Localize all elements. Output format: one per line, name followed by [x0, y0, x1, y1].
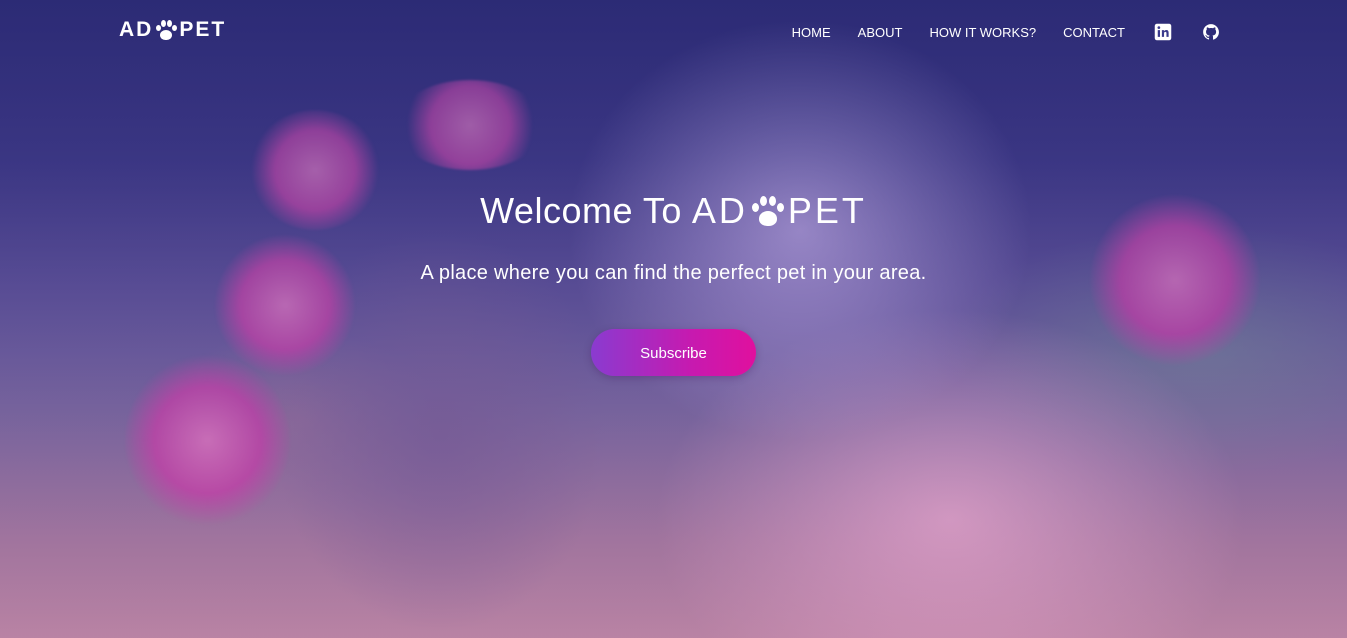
- hero-title-brand: AD PET: [692, 190, 867, 232]
- nav-link-home[interactable]: HOME: [792, 25, 831, 40]
- github-icon[interactable]: [1201, 22, 1221, 42]
- paw-icon: [751, 194, 785, 228]
- hero-title-prefix: Welcome To: [480, 190, 682, 231]
- linkedin-icon[interactable]: [1153, 22, 1173, 42]
- hero-content: Welcome To AD PET A place where you can …: [0, 190, 1347, 376]
- subscribe-button[interactable]: Subscribe: [591, 329, 756, 376]
- logo-text-suffix: PET: [179, 18, 227, 41]
- hero-subtitle: A place where you can find the perfect p…: [420, 262, 927, 284]
- navbar: AD PET HOME ABOUT HOW IT WORKS? CONTACT: [0, 0, 1347, 64]
- hero-brand-prefix: AD: [691, 190, 748, 231]
- paw-icon: [155, 19, 178, 41]
- nav-links: HOME ABOUT HOW IT WORKS? CONTACT: [792, 22, 1221, 42]
- hero-brand-suffix: PET: [787, 190, 867, 231]
- nav-link-about[interactable]: ABOUT: [858, 25, 903, 40]
- hero-title: Welcome To AD PET: [480, 190, 867, 232]
- logo-text-prefix: AD: [119, 18, 154, 41]
- nav-link-how-it-works[interactable]: HOW IT WORKS?: [929, 25, 1036, 40]
- logo[interactable]: AD PET: [119, 18, 226, 42]
- nav-link-contact[interactable]: CONTACT: [1063, 25, 1125, 40]
- hero-section: AD PET HOME ABOUT HOW IT WORKS? CONTACT: [0, 0, 1347, 638]
